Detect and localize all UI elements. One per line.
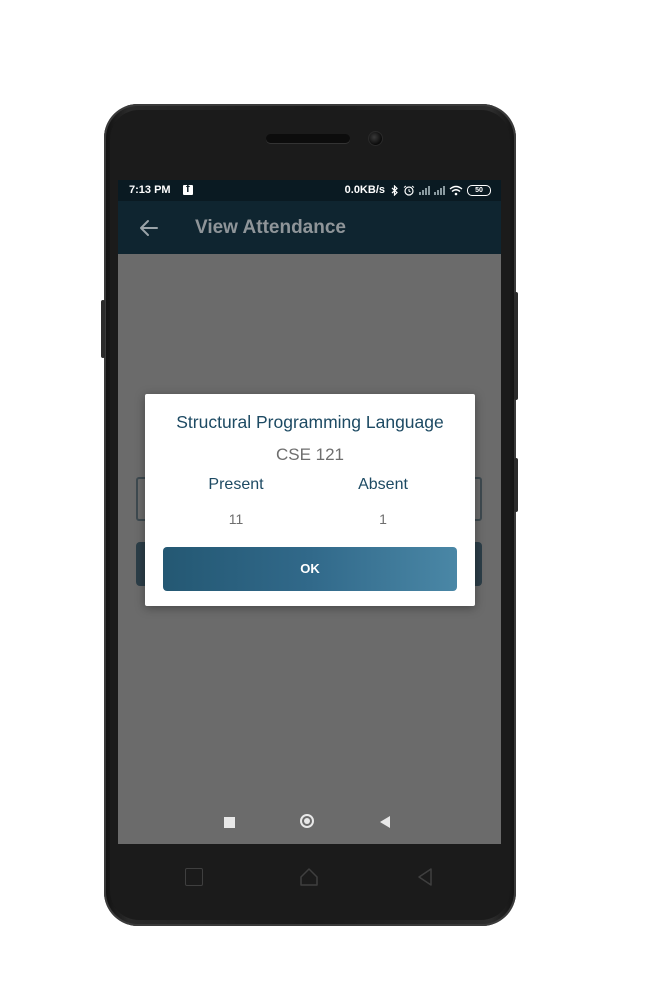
alarm-icon <box>403 185 415 196</box>
course-name: Structural Programming Language <box>176 412 444 432</box>
hardware-back-icon[interactable] <box>414 866 436 888</box>
signal-icon-2 <box>434 185 445 195</box>
signal-icon <box>419 185 430 195</box>
course-code: CSE 121 <box>275 445 345 464</box>
phone-volume-button <box>514 458 518 512</box>
present-count: 11 <box>228 511 244 527</box>
absent-label: Absent <box>358 476 408 493</box>
network-speed: 0.0KB/s <box>344 184 385 196</box>
status-time: 7:13 PM <box>129 184 171 196</box>
status-icons: 0.0KB/s 50 <box>345 184 491 196</box>
hardware-recents-icon[interactable] <box>185 868 203 886</box>
stage: 7:13 PM 0.0KB/s <box>0 0 667 1000</box>
facebook-icon <box>183 183 193 195</box>
page-title: View Attendance <box>195 217 346 238</box>
hardware-home-icon[interactable] <box>298 866 320 888</box>
app-bar: View Attendance <box>118 201 501 254</box>
arrow-left-icon[interactable] <box>137 216 161 240</box>
front-camera-icon <box>368 131 383 146</box>
home-icon[interactable] <box>300 814 314 828</box>
battery-icon: 50 <box>467 184 491 196</box>
status-bar: 7:13 PM 0.0KB/s <box>118 180 501 201</box>
attendance-dialog: Structural Programming Language CSE 121 … <box>145 394 475 606</box>
back-icon[interactable] <box>380 816 390 828</box>
phone-left-button <box>101 300 105 358</box>
present-label: Present <box>208 476 264 493</box>
ok-button[interactable]: OK <box>163 547 457 591</box>
system-nav-bar <box>118 802 501 844</box>
bluetooth-icon <box>391 184 398 196</box>
wifi-icon <box>449 185 463 195</box>
recents-icon[interactable] <box>224 817 235 828</box>
phone-earpiece <box>266 134 350 143</box>
absent-count: 1 <box>379 511 387 527</box>
phone-power-button <box>514 292 518 400</box>
